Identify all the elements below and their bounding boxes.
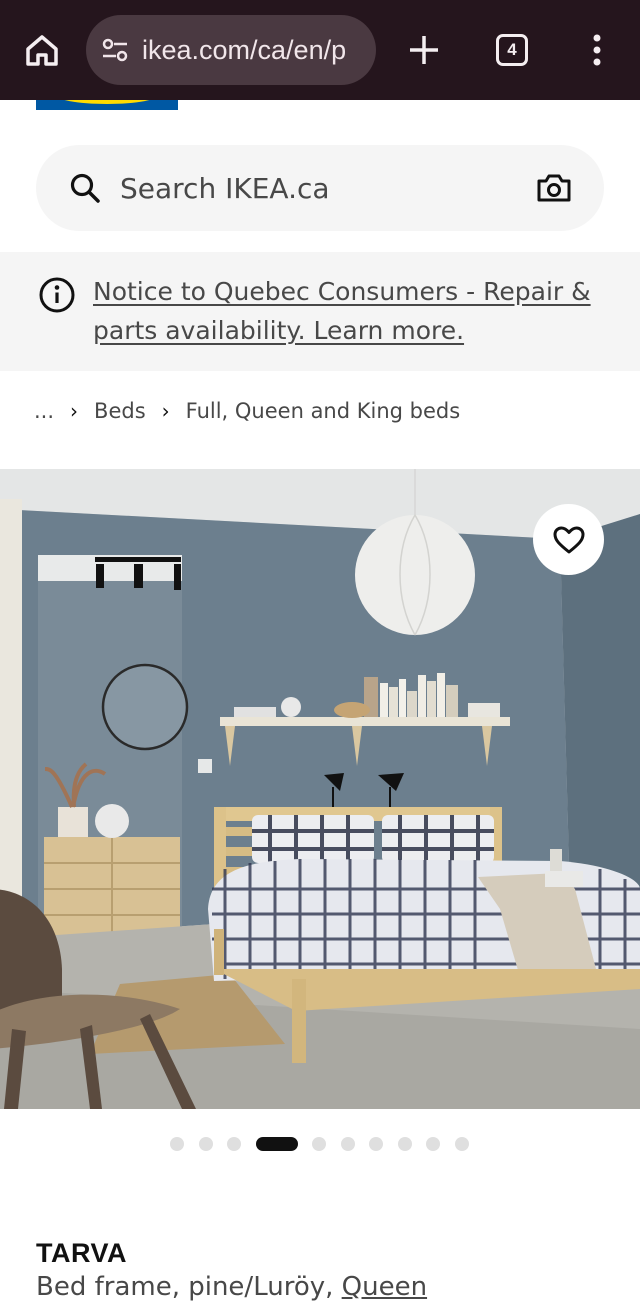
search-icon <box>70 173 100 203</box>
browser-toolbar: ikea.com/ca/en/p 4 <box>0 0 640 100</box>
breadcrumb-ellipsis[interactable]: ... <box>34 399 54 423</box>
product-description-text: Bed frame, pine/Luröy, <box>36 1272 342 1302</box>
chevron-right-icon: › <box>70 399 79 423</box>
search-input[interactable]: Search IKEA.ca <box>120 172 536 205</box>
favorite-button[interactable] <box>533 504 604 575</box>
carousel-dot[interactable] <box>198 1137 213 1151</box>
product-size-link[interactable]: Queen <box>342 1272 427 1302</box>
url-text: ikea.com/ca/en/p <box>142 34 347 65</box>
carousel-dot-active[interactable] <box>255 1137 298 1151</box>
carousel-dot[interactable] <box>454 1137 469 1151</box>
address-bar[interactable]: ikea.com/ca/en/p <box>86 15 376 85</box>
heart-icon <box>553 526 584 553</box>
site-settings-icon[interactable] <box>100 35 130 65</box>
product-description: Bed frame, pine/Luröy, Queen <box>36 1272 427 1302</box>
more-options-icon[interactable] <box>582 30 612 70</box>
carousel-dot[interactable] <box>397 1137 412 1151</box>
search-bar[interactable]: Search IKEA.ca <box>36 145 604 231</box>
tab-count: 4 <box>507 40 517 59</box>
breadcrumb: ... › Beds › Full, Queen and King beds <box>34 396 460 426</box>
product-name: TARVA <box>36 1238 128 1268</box>
info-icon <box>39 277 75 313</box>
carousel-dot[interactable] <box>426 1137 440 1151</box>
ikea-logo[interactable] <box>36 100 178 110</box>
carousel-dot[interactable] <box>340 1137 355 1151</box>
breadcrumb-item-beds[interactable]: Beds <box>94 399 146 423</box>
new-tab-icon[interactable] <box>404 30 444 70</box>
logo-ellipse <box>54 100 160 104</box>
carousel-dot[interactable] <box>369 1137 383 1151</box>
carousel-dot[interactable] <box>312 1137 326 1151</box>
notice-link[interactable]: Notice to Quebec Consumers - Repair & pa… <box>93 272 593 350</box>
breadcrumb-item-full-queen-king-beds[interactable]: Full, Queen and King beds <box>186 399 461 423</box>
carousel-dot[interactable] <box>170 1137 184 1151</box>
tab-switcher-button[interactable]: 4 <box>496 34 528 66</box>
chevron-right-icon: › <box>161 399 170 423</box>
image-carousel-dots <box>170 1136 483 1152</box>
home-icon[interactable] <box>22 30 62 70</box>
carousel-dot[interactable] <box>227 1137 241 1151</box>
camera-icon[interactable] <box>536 172 572 204</box>
notice-banner: Notice to Quebec Consumers - Repair & pa… <box>0 252 640 371</box>
